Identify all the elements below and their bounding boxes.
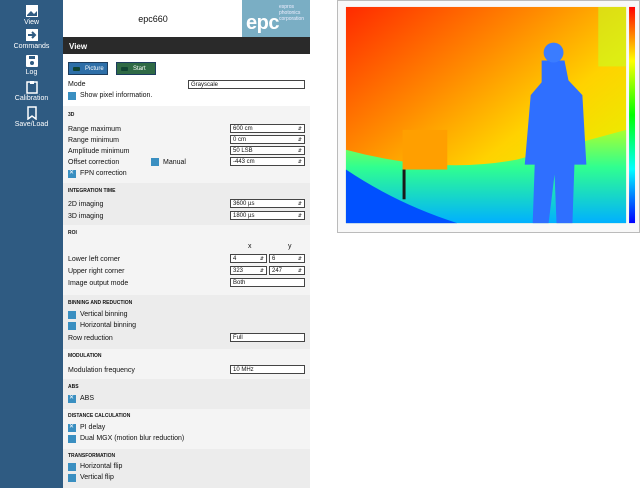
logo-text: epc xyxy=(246,12,279,34)
nav-saveload-label: Save/Load xyxy=(14,121,49,128)
lower-x-input[interactable]: 4 ⇵ xyxy=(230,254,267,263)
hflip-checkbox[interactable] xyxy=(68,463,76,471)
spinner-icon[interactable]: ⇵ xyxy=(298,147,302,156)
spinner-icon[interactable]: ⇵ xyxy=(298,212,302,221)
mode-select[interactable]: Grayscale xyxy=(188,80,305,89)
spinner-icon[interactable]: ⇵ xyxy=(298,136,302,145)
upper-y-input[interactable]: 247 ⇵ xyxy=(269,266,305,275)
output-mode-select[interactable]: Both xyxy=(230,278,305,287)
spinner-icon[interactable]: ⇵ xyxy=(260,267,264,276)
roi-y-header: y xyxy=(288,243,292,250)
section-3d-title: 3D xyxy=(68,112,75,118)
epc-logo: epc espros photonics corporation xyxy=(242,0,310,37)
show-pixel-label: Show pixel information. xyxy=(80,92,153,99)
fpn-label: FPN correction xyxy=(80,170,127,177)
roi-x-header: x xyxy=(248,243,252,250)
horizontal-binning-label: Horizontal binning xyxy=(80,322,137,329)
floppy-icon xyxy=(25,55,38,67)
offset-input[interactable]: -443 cm ⇵ xyxy=(230,157,305,166)
t3d-label: 3D imaging xyxy=(68,213,104,220)
bookmark-icon xyxy=(26,106,37,120)
nav-commands[interactable]: Commands xyxy=(0,28,63,50)
t3d-input[interactable]: 1800 µs ⇵ xyxy=(230,211,305,220)
arrow-right-icon xyxy=(25,29,38,41)
hflip-label: Horizontal flip xyxy=(80,463,123,470)
offset-label: Offset correction xyxy=(68,159,120,166)
output-mode-label: Image output mode xyxy=(68,280,129,287)
transform-title: TRANSFORMATION xyxy=(68,453,116,459)
roi-title: ROI xyxy=(68,230,77,236)
nav-view-label: View xyxy=(23,19,40,26)
spinner-icon[interactable]: ⇵ xyxy=(298,200,302,209)
amp-min-input[interactable]: 50 LSB ⇵ xyxy=(230,146,305,155)
nav-calibration[interactable]: Calibration xyxy=(0,80,63,102)
spinner-icon[interactable]: ⇵ xyxy=(298,255,302,264)
integration-title: INTEGRATION TIME xyxy=(68,188,116,194)
lower-y-input[interactable]: 6 ⇵ xyxy=(269,254,305,263)
modulation-label: Modulation frequency xyxy=(68,367,135,374)
manual-checkbox[interactable] xyxy=(151,158,159,166)
mode-label: Mode xyxy=(68,81,86,88)
nav-log-label: Log xyxy=(25,69,38,76)
abs-checkbox[interactable] xyxy=(68,394,76,403)
t2d-label: 2D imaging xyxy=(68,201,104,208)
vertical-binning-label: Vertical binning xyxy=(80,311,128,318)
range-min-label: Range minimum xyxy=(68,137,119,144)
nav-view[interactable]: View xyxy=(0,4,63,26)
picture-button[interactable]: Picture xyxy=(68,62,108,75)
nav-log[interactable]: Log xyxy=(0,54,63,76)
nav-saveload[interactable]: Save/Load xyxy=(0,106,63,128)
logo-subtext: espros photonics corporation xyxy=(279,4,305,22)
modulation-select[interactable]: 10 MHz xyxy=(230,365,305,374)
view-title: View xyxy=(69,42,88,51)
play-icon xyxy=(121,67,128,71)
nav-commands-label: Commands xyxy=(13,43,50,50)
nav-calibration-label: Calibration xyxy=(14,95,49,102)
abs-title: ABS xyxy=(68,384,79,390)
lower-left-label: Lower left corner xyxy=(68,256,121,263)
upper-right-label: Upper right corner xyxy=(68,268,125,275)
spinner-icon[interactable]: ⇵ xyxy=(298,125,302,134)
picture-icon xyxy=(73,67,80,71)
color-scale-bar xyxy=(629,6,636,224)
dual-mgx-label: Dual MGX (motion blur reduction) xyxy=(80,435,185,442)
amp-min-label: Amplitude minimum xyxy=(68,148,130,155)
upper-x-input[interactable]: 323 ⇵ xyxy=(230,266,267,275)
spinner-icon[interactable]: ⇵ xyxy=(260,255,264,264)
pi-delay-checkbox[interactable] xyxy=(68,423,76,432)
vertical-binning-checkbox[interactable] xyxy=(68,311,76,319)
row-reduction-label: Row reduction xyxy=(68,335,113,342)
pi-delay-label: PI delay xyxy=(80,424,106,431)
depth-table xyxy=(402,129,448,170)
vflip-label: Vertical flip xyxy=(80,474,114,481)
distance-title: DISTANCE CALCULATION xyxy=(68,413,131,419)
range-max-input[interactable]: 600 cm ⇵ xyxy=(230,124,305,133)
show-pixel-checkbox[interactable] xyxy=(68,92,76,100)
clipboard-icon xyxy=(25,81,38,94)
manual-label: Manual xyxy=(163,159,186,166)
modulation-title: MODULATION xyxy=(68,353,102,359)
image-icon xyxy=(25,5,38,17)
side-nav: View Commands Log Calibration Save/Load xyxy=(0,0,63,488)
range-min-input[interactable]: 0 cm ⇵ xyxy=(230,135,305,144)
horizontal-binning-checkbox[interactable] xyxy=(68,322,76,330)
settings-panel: Picture Start Mode Grayscale Show pixel … xyxy=(63,54,310,488)
t2d-input[interactable]: 3600 µs ⇵ xyxy=(230,199,305,208)
spinner-icon[interactable]: ⇵ xyxy=(298,158,302,167)
fpn-checkbox[interactable] xyxy=(68,169,76,178)
header: epc660 epc espros photonics corporation xyxy=(63,0,310,37)
binning-title: BINNING AND REDUCTION xyxy=(68,300,133,306)
row-reduction-select[interactable]: Full xyxy=(230,333,305,342)
device-name: epc660 xyxy=(138,14,168,24)
depth-image-view[interactable] xyxy=(337,0,640,233)
abs-label: ABS xyxy=(80,395,95,402)
dual-mgx-checkbox[interactable] xyxy=(68,435,76,443)
vflip-checkbox[interactable] xyxy=(68,474,76,482)
range-max-label: Range maximum xyxy=(68,126,121,133)
spinner-icon[interactable]: ⇵ xyxy=(298,267,302,276)
start-button[interactable]: Start xyxy=(116,62,156,75)
view-bar: View xyxy=(63,37,310,54)
